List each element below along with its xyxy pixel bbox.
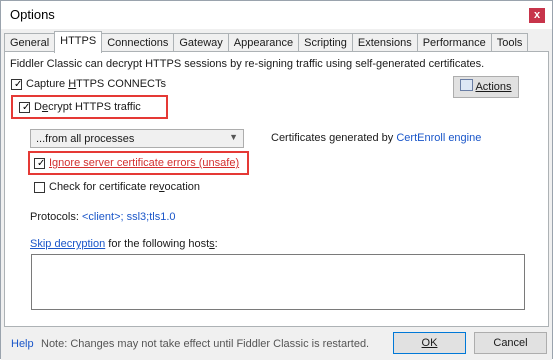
capture-https-label[interactable]: Capture HTTPS CONNECTs	[26, 78, 166, 90]
process-filter-dropdown[interactable]: ...from all processes ▼	[30, 129, 244, 148]
https-description: Fiddler Classic can decrypt HTTPS sessio…	[10, 58, 485, 70]
skip-decryption-link[interactable]: Skip decryption	[30, 238, 105, 250]
skip-hosts-textarea[interactable]	[31, 254, 525, 310]
ignore-cert-errors-label[interactable]: Ignore server certificate errors (unsafe…	[49, 157, 239, 169]
footer: Help Note: Changes may not take effect u…	[1, 327, 552, 360]
close-icon[interactable]: x	[529, 8, 545, 23]
actions-button[interactable]: Actions	[453, 76, 519, 98]
tab-connections[interactable]: Connections	[101, 33, 175, 52]
title-bar: Options x	[1, 1, 552, 29]
tab-scripting[interactable]: Scripting	[298, 33, 353, 52]
revocation-label[interactable]: Check for certificate revocation	[49, 181, 200, 193]
tab-performance[interactable]: Performance	[416, 33, 492, 52]
ok-button[interactable]: OK	[393, 332, 466, 354]
decrypt-https-label[interactable]: Decrypt HTTPS traffic	[34, 101, 141, 113]
cancel-button[interactable]: Cancel	[474, 332, 547, 354]
checkmark-icon: ✓	[14, 79, 23, 90]
protocols-line: Protocols: <client>; ssl3;tls1.0	[30, 211, 176, 223]
chevron-down-icon: ▼	[229, 132, 238, 142]
ignore-cert-errors-checkbox[interactable]: ✓	[34, 158, 45, 169]
skip-decryption-line: Skip decryption for the following hosts:	[30, 238, 218, 250]
checkmark-icon: ✓	[37, 158, 46, 169]
tab-appearance[interactable]: Appearance	[227, 33, 300, 52]
cert-engine-link[interactable]: CertEnroll engine	[396, 132, 481, 144]
tab-strip: General HTTPS Connections Gateway Appear…	[4, 31, 529, 53]
cert-info: Certificates generated by CertEnroll eng…	[271, 132, 482, 144]
window-title: Options	[10, 7, 55, 22]
tab-extensions[interactable]: Extensions	[351, 33, 418, 52]
tab-gateway[interactable]: Gateway	[173, 33, 229, 52]
https-panel: Fiddler Classic can decrypt HTTPS sessio…	[4, 51, 549, 327]
certificate-icon	[460, 79, 474, 91]
tab-https[interactable]: HTTPS	[54, 31, 103, 53]
capture-https-checkbox[interactable]: ✓	[11, 79, 22, 90]
protocols-link[interactable]: <client>; ssl3;tls1.0	[82, 211, 176, 223]
help-link[interactable]: Help	[11, 338, 34, 350]
checkmark-icon: ✓	[22, 102, 31, 113]
decrypt-https-checkbox[interactable]: ✓	[19, 102, 30, 113]
restart-note: Note: Changes may not take effect until …	[41, 338, 370, 350]
tab-tools[interactable]: Tools	[490, 33, 529, 52]
options-window: Options x General HTTPS Connections Gate…	[0, 0, 553, 360]
revocation-checkbox[interactable]	[34, 182, 45, 193]
tab-general[interactable]: General	[4, 33, 56, 52]
process-filter-value: ...from all processes	[36, 133, 135, 145]
